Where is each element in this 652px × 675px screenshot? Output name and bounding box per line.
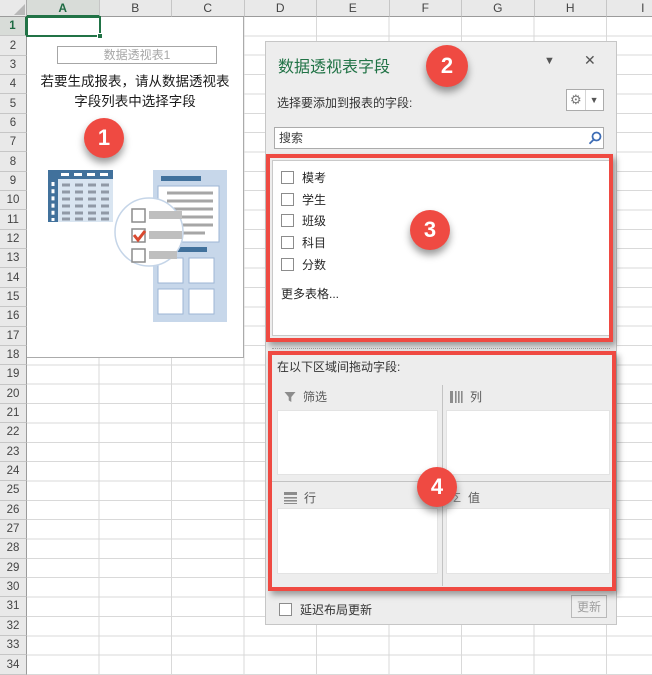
- column-header[interactable]: C: [172, 0, 245, 17]
- annotation-badge-2: 2: [426, 45, 468, 87]
- row-headers: 1 2 3 4 5 6 7 8 9 10 11 12 13 14 15 16 17 18 19 20 21 22 23 24 2…: [0, 17, 27, 675]
- annotation-badge-4: 4: [417, 467, 457, 507]
- column-header[interactable]: E: [317, 0, 390, 17]
- row-header[interactable]: 25: [0, 481, 27, 501]
- row-header[interactable]: 33: [0, 636, 27, 656]
- row-header[interactable]: 29: [0, 558, 27, 578]
- row-header[interactable]: 5: [0, 94, 27, 114]
- annotation-badge-1: 1: [84, 118, 124, 158]
- fill-handle[interactable]: [97, 33, 103, 39]
- column-header[interactable]: I: [607, 0, 652, 17]
- row-header[interactable]: 4: [0, 75, 27, 95]
- row-header[interactable]: 8: [0, 152, 27, 172]
- row-header[interactable]: 32: [0, 616, 27, 636]
- row-header[interactable]: 34: [0, 655, 27, 675]
- select-all-corner[interactable]: [0, 0, 27, 17]
- row-header[interactable]: 16: [0, 307, 27, 327]
- row-header[interactable]: 17: [0, 326, 27, 346]
- fields-subtitle: 选择要添加到报表的字段:: [277, 96, 413, 110]
- defer-layout-update[interactable]: 延迟布局更新: [279, 601, 372, 618]
- row-header[interactable]: 7: [0, 133, 27, 153]
- column-header[interactable]: B: [99, 0, 172, 17]
- pane-splitter[interactable]: [272, 348, 610, 349]
- row-header[interactable]: 10: [0, 191, 27, 211]
- annotation-badge-3: 3: [410, 210, 450, 250]
- tools-gear-button[interactable]: ⚙ ▼: [566, 89, 604, 111]
- row-header[interactable]: 15: [0, 287, 27, 308]
- divider: [584, 90, 586, 110]
- row-header[interactable]: 20: [0, 384, 27, 404]
- annotation-rect-fields: [266, 154, 613, 342]
- select-all-triangle-icon: [14, 4, 25, 15]
- row-header[interactable]: 26: [0, 500, 27, 520]
- pane-title: 数据透视表字段: [278, 59, 391, 76]
- row-header[interactable]: 28: [0, 539, 27, 559]
- row-header[interactable]: 24: [0, 461, 27, 482]
- row-header[interactable]: 3: [0, 55, 27, 76]
- row-header[interactable]: 18: [0, 345, 27, 366]
- search-icon[interactable]: [588, 131, 602, 145]
- column-header[interactable]: A: [27, 0, 100, 17]
- row-header[interactable]: 30: [0, 577, 27, 598]
- row-header[interactable]: 9: [0, 171, 27, 192]
- table-icon: [48, 170, 113, 222]
- row-header[interactable]: 23: [0, 442, 27, 462]
- gear-icon: ⚙: [570, 92, 582, 107]
- pivot-placeholder-instruction: 若要生成报表，请从数据透视表字段列表中选择字段: [40, 74, 230, 109]
- pivot-placeholder-graphic: [48, 170, 227, 322]
- pivot-placeholder-title-box: 数据透视表1: [57, 46, 217, 64]
- checkbox-circle-art: [114, 197, 184, 267]
- column-header[interactable]: H: [534, 0, 607, 17]
- row-header[interactable]: 19: [0, 365, 27, 385]
- pivot-placeholder[interactable]: 数据透视表1 若要生成报表，请从数据透视表字段列表中选择字段: [27, 17, 244, 358]
- column-header[interactable]: F: [389, 0, 462, 17]
- chevron-down-icon: ▼: [589, 95, 599, 105]
- column-headers: ABCDEFGHI: [27, 0, 652, 17]
- row-header[interactable]: 6: [0, 113, 27, 134]
- search-input[interactable]: [274, 127, 604, 149]
- row-header[interactable]: 12: [0, 229, 27, 250]
- row-header[interactable]: 11: [0, 210, 27, 230]
- checkbox[interactable]: [279, 603, 292, 616]
- excel-window: ABCDEFGHI 1 2 3 4 5 6 7 8 9 10 11 12 13 14 15 16 17 18 19 2…: [0, 0, 652, 675]
- row-header[interactable]: 13: [0, 249, 27, 269]
- selected-cell[interactable]: [26, 16, 103, 39]
- row-header[interactable]: 2: [0, 36, 27, 56]
- row-header[interactable]: 27: [0, 519, 27, 540]
- column-header[interactable]: D: [244, 0, 317, 17]
- update-button[interactable]: 更新: [571, 595, 607, 618]
- column-header[interactable]: G: [462, 0, 535, 17]
- defer-label: 延迟布局更新: [300, 603, 373, 617]
- row-header[interactable]: 14: [0, 268, 27, 288]
- row-header[interactable]: 1: [0, 17, 27, 37]
- chevron-down-icon[interactable]: ▼: [544, 55, 555, 67]
- close-icon[interactable]: ✕: [584, 52, 596, 69]
- row-header[interactable]: 31: [0, 597, 27, 617]
- row-header[interactable]: 21: [0, 403, 27, 424]
- row-header[interactable]: 22: [0, 423, 27, 443]
